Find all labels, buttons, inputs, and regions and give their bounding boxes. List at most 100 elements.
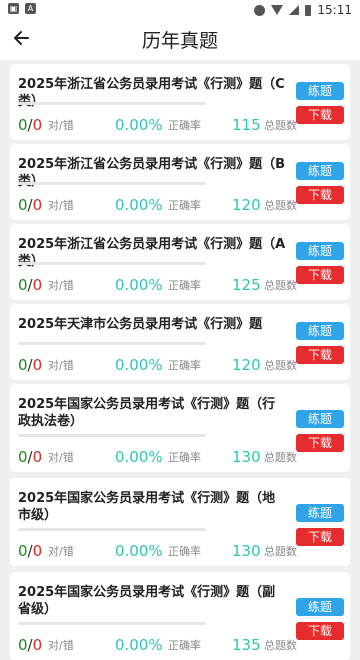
download-button[interactable]: 下载 <box>296 434 344 452</box>
exam-card[interactable]: 2025年浙江省公务员录用考试《行测》题（B类） 0/0 对/错 0.00% 正… <box>10 144 350 220</box>
app-icon: A <box>25 3 36 14</box>
download-button[interactable]: 下载 <box>296 106 344 124</box>
accuracy-value: 0.00% <box>115 542 163 560</box>
correct-wrong-count: 0/0 <box>18 276 42 294</box>
progress-bar <box>18 622 206 625</box>
accuracy-label: 正确率 <box>168 199 201 212</box>
accuracy-value: 0.00% <box>115 448 163 466</box>
wrong-count: 0 <box>32 636 43 654</box>
practice-button[interactable]: 练题 <box>296 322 344 340</box>
exam-title: 2025年天津市公务员录用考试《行测》题 <box>18 317 263 332</box>
total-questions-value: 120 <box>232 356 261 374</box>
correct-wrong-count: 0/0 <box>18 448 42 466</box>
practice-button[interactable]: 练题 <box>296 82 344 100</box>
wrong-count: 0 <box>32 356 43 374</box>
total-questions-label: 总题数 <box>264 639 297 652</box>
download-button[interactable]: 下载 <box>296 528 344 546</box>
signal-icon <box>289 5 300 15</box>
wrong-count: 0 <box>32 448 43 466</box>
progress-bar <box>18 182 206 185</box>
correct-count: 0 <box>18 196 28 214</box>
total-questions-label: 总题数 <box>264 451 297 464</box>
practice-button[interactable]: 练题 <box>296 242 344 260</box>
correct-wrong-label: 对/错 <box>48 451 74 464</box>
total-questions-label: 总题数 <box>264 359 297 372</box>
exam-stats: 0/0 对/错 0.00% 正确率 115 总题数 <box>18 112 308 134</box>
total-questions-value: 130 <box>232 448 261 466</box>
total-questions-label: 总题数 <box>264 279 297 292</box>
total-questions-value: 125 <box>232 276 261 294</box>
exam-stats: 0/0 对/错 0.00% 正确率 120 总题数 <box>18 352 308 374</box>
practice-button[interactable]: 练题 <box>296 504 344 522</box>
total-questions-label: 总题数 <box>264 545 297 558</box>
progress-bar <box>18 102 206 105</box>
wrong-count: 0 <box>32 542 43 560</box>
exam-title: 2025年国家公务员录用考试《行测》题（地市级） <box>18 491 276 523</box>
total-questions-label: 总题数 <box>264 199 297 212</box>
practice-button[interactable]: 练题 <box>296 410 344 428</box>
accuracy-label: 正确率 <box>168 279 201 292</box>
exam-stats: 0/0 对/错 0.00% 正确率 135 总题数 <box>18 632 308 654</box>
exam-stats: 0/0 对/错 0.00% 正确率 120 总题数 <box>18 192 308 214</box>
progress-bar <box>18 434 206 437</box>
total-questions-value: 130 <box>232 542 261 560</box>
download-button[interactable]: 下载 <box>296 266 344 284</box>
correct-wrong-count: 0/0 <box>18 116 42 134</box>
accuracy-value: 0.00% <box>115 356 163 374</box>
battery-icon <box>305 4 312 16</box>
download-button[interactable]: 下载 <box>296 622 344 640</box>
download-button[interactable]: 下载 <box>296 186 344 204</box>
correct-wrong-label: 对/错 <box>48 545 74 558</box>
correct-count: 0 <box>18 356 28 374</box>
correct-wrong-label: 对/错 <box>48 279 74 292</box>
correct-count: 0 <box>18 276 28 294</box>
accuracy-value: 0.00% <box>115 196 163 214</box>
exam-card[interactable]: 2025年国家公务员录用考试《行测》题（行政执法卷） 0/0 对/错 0.00%… <box>10 384 350 472</box>
correct-wrong-label: 对/错 <box>48 199 74 212</box>
notification-icon: ▣ <box>8 3 19 14</box>
progress-bar <box>18 528 206 531</box>
exam-title: 2025年国家公务员录用考试《行测》题（副省级） <box>18 585 276 617</box>
progress-bar <box>18 262 206 265</box>
status-bar: ▣ A 15:11 <box>0 0 360 20</box>
correct-wrong-label: 对/错 <box>48 639 74 652</box>
wrong-count: 0 <box>32 116 43 134</box>
total-questions-value: 120 <box>232 196 261 214</box>
accuracy-label: 正确率 <box>168 451 201 464</box>
exam-card[interactable]: 2025年浙江省公务员录用考试《行测》题（A类） 0/0 对/错 0.00% 正… <box>10 224 350 300</box>
exam-stats: 0/0 对/错 0.00% 正确率 130 总题数 <box>18 444 308 466</box>
total-questions-value: 115 <box>232 116 261 134</box>
correct-count: 0 <box>18 116 28 134</box>
download-button[interactable]: 下载 <box>296 346 344 364</box>
wrong-count: 0 <box>32 276 43 294</box>
exam-card[interactable]: 2025年天津市公务员录用考试《行测》题 0/0 对/错 0.00% 正确率 1… <box>10 304 350 380</box>
progress-bar <box>18 342 206 345</box>
exam-stats: 0/0 对/错 0.00% 正确率 130 总题数 <box>18 538 308 560</box>
wifi-icon <box>271 5 284 15</box>
practice-button[interactable]: 练题 <box>296 598 344 616</box>
accuracy-value: 0.00% <box>115 636 163 654</box>
exam-card[interactable]: 2025年国家公务员录用考试《行测》题（副省级） 0/0 对/错 0.00% 正… <box>10 572 350 660</box>
do-not-disturb-icon <box>254 4 266 16</box>
correct-count: 0 <box>18 636 28 654</box>
app-header: 历年真题 <box>0 20 360 60</box>
wrong-count: 0 <box>32 196 43 214</box>
page-title: 历年真题 <box>141 30 218 52</box>
exam-stats: 0/0 对/错 0.00% 正确率 125 总题数 <box>18 272 308 294</box>
correct-wrong-count: 0/0 <box>18 196 42 214</box>
correct-count: 0 <box>18 542 28 560</box>
total-questions-label: 总题数 <box>264 119 297 132</box>
accuracy-value: 0.00% <box>115 116 163 134</box>
exam-card[interactable]: 2025年国家公务员录用考试《行测》题（地市级） 0/0 对/错 0.00% 正… <box>10 478 350 566</box>
correct-wrong-label: 对/错 <box>48 119 74 132</box>
total-questions-value: 135 <box>232 636 261 654</box>
accuracy-value: 0.00% <box>115 276 163 294</box>
accuracy-label: 正确率 <box>168 359 201 372</box>
correct-count: 0 <box>18 448 28 466</box>
correct-wrong-label: 对/错 <box>48 359 74 372</box>
practice-button[interactable]: 练题 <box>296 162 344 180</box>
correct-wrong-count: 0/0 <box>18 542 42 560</box>
exam-card[interactable]: 2025年浙江省公务员录用考试《行测》题（C类） 0/0 对/错 0.00% 正… <box>10 64 350 140</box>
accuracy-label: 正确率 <box>168 639 201 652</box>
status-time: 15:11 <box>317 3 352 17</box>
